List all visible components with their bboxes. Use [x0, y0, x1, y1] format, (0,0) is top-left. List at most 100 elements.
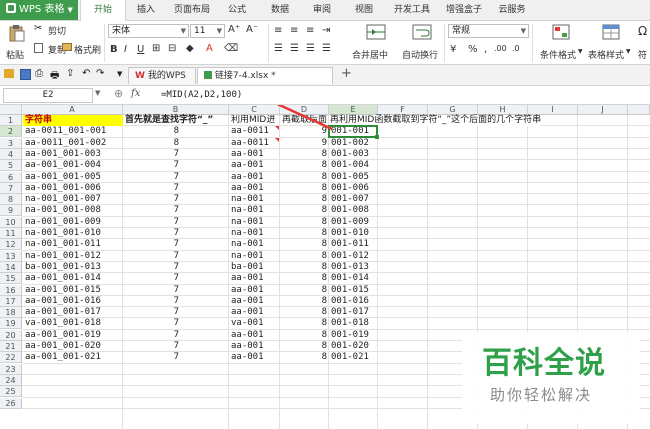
row-header-10[interactable]: 10 — [0, 216, 22, 228]
cell-e-8[interactable]: 001-007 — [331, 194, 377, 205]
row-header-16[interactable]: 16 — [0, 284, 22, 296]
redo-icon[interactable]: ↷ — [96, 68, 104, 79]
cell-d-3[interactable]: 9 — [282, 138, 327, 149]
chevron-down-icon[interactable]: ▼ — [95, 89, 100, 97]
symbol-button[interactable]: Ω 符 — [638, 24, 650, 62]
cell-e-5[interactable]: 001-004 — [331, 160, 377, 171]
underline-icon[interactable]: U — [137, 44, 144, 55]
tab-my-wps[interactable]: W 我的WPS — [128, 67, 196, 84]
column-header-i[interactable]: I — [528, 105, 578, 115]
column-header-k[interactable] — [628, 105, 650, 115]
menu-data[interactable]: 数据 — [262, 0, 298, 20]
cell-a-6[interactable]: aa-001_001-005 — [25, 172, 121, 183]
cell-c-7[interactable]: aa-001 — [231, 183, 277, 194]
cell-a-9[interactable]: na-001_001-008 — [25, 205, 121, 216]
cell-b-5[interactable]: 7 — [125, 160, 179, 171]
cell-c-12[interactable]: na-001 — [231, 239, 277, 250]
row-header-7[interactable]: 7 — [0, 182, 22, 194]
row-header-24[interactable]: 24 — [0, 374, 22, 386]
number-format-select[interactable]: 常规 ▼ — [448, 24, 529, 38]
thousands-icon[interactable]: , — [484, 44, 487, 55]
cell-d-16[interactable]: 8 — [282, 285, 327, 296]
cell-b-18[interactable]: 7 — [125, 307, 179, 318]
cell-b-8[interactable]: 7 — [125, 194, 179, 205]
menu-review[interactable]: 审阅 — [304, 0, 340, 20]
cell-a-14[interactable]: ba-001_001-013 — [25, 262, 121, 273]
print-icon[interactable]: 🖶 — [50, 68, 59, 85]
fill-color-icon[interactable]: ◆ — [186, 43, 194, 54]
column-header-h[interactable]: H — [478, 105, 528, 115]
cell-d-12[interactable]: 8 — [282, 239, 327, 250]
decrease-decimal-icon[interactable]: .0 — [512, 44, 520, 53]
merge-cells-icon[interactable]: ⊟ — [168, 43, 176, 54]
cell-a-7[interactable]: aa-001_001-006 — [25, 183, 121, 194]
cell-d-11[interactable]: 8 — [282, 228, 327, 239]
cell-a-11[interactable]: na-001_001-010 — [25, 228, 121, 239]
row-header-8[interactable]: 8 — [0, 194, 22, 206]
cell-b-14[interactable]: 7 — [125, 262, 179, 273]
select-all-corner[interactable] — [0, 105, 22, 115]
row-header-22[interactable]: 22 — [0, 352, 22, 364]
fill-handle[interactable] — [375, 135, 379, 139]
align-left-icon[interactable]: ☰ — [274, 43, 283, 54]
cell-d-22[interactable]: 8 — [282, 352, 327, 363]
cell-e-3[interactable]: 001-002 — [331, 138, 377, 149]
cell-e-12[interactable]: 001-011 — [331, 239, 377, 250]
cell-d-8[interactable]: 8 — [282, 194, 327, 205]
cell-d-21[interactable]: 8 — [282, 341, 327, 352]
name-box[interactable]: E2 — [3, 88, 93, 103]
row-header-21[interactable]: 21 — [0, 341, 22, 352]
cell-b-16[interactable]: 7 — [125, 285, 179, 296]
cell-b-21[interactable]: 7 — [125, 341, 179, 352]
row-header-23[interactable]: 23 — [0, 363, 22, 375]
cell-d-18[interactable]: 8 — [282, 307, 327, 318]
row-header-1[interactable]: 1 — [0, 115, 22, 126]
row-header-6[interactable]: 6 — [0, 171, 22, 183]
cell-b-19[interactable]: 7 — [125, 318, 179, 329]
row-header-5[interactable]: 5 — [0, 160, 22, 172]
cell-c-4[interactable]: aa-001 — [231, 149, 277, 160]
row-header-26[interactable]: 26 — [0, 397, 22, 409]
paste-button[interactable]: 粘贴 — [4, 24, 30, 62]
cell-d-4[interactable]: 8 — [282, 149, 327, 160]
cell-a-4[interactable]: aa-001_001-003 — [25, 149, 121, 160]
cell-e-21[interactable]: 001-020 — [331, 341, 377, 352]
row-header-17[interactable]: 17 — [0, 295, 22, 307]
cut-button[interactable]: ✂ 剪切 — [34, 23, 74, 37]
cell-e-17[interactable]: 001-016 — [331, 296, 377, 307]
cell-d-9[interactable]: 8 — [282, 205, 327, 216]
cell-a-22[interactable]: aa-001_001-021 — [25, 352, 121, 363]
percent-icon[interactable]: % — [468, 44, 478, 55]
menu-enhance-box[interactable]: 增强盒子 — [440, 0, 488, 20]
app-menu-button[interactable]: WPS 表格 ▼ — [0, 0, 78, 20]
column-header-b[interactable]: B — [123, 105, 229, 115]
indent-icon[interactable]: ⇥ — [322, 25, 330, 36]
row-header-4[interactable]: 4 — [0, 148, 22, 160]
cell-d-15[interactable]: 8 — [282, 273, 327, 284]
cell-b-10[interactable]: 7 — [125, 217, 179, 228]
row-header-13[interactable]: 13 — [0, 250, 22, 262]
cell-c-20[interactable]: aa-001 — [231, 330, 277, 341]
cell-a-8[interactable]: na-001_001-007 — [25, 194, 121, 205]
row-header-11[interactable]: 11 — [0, 228, 22, 239]
cell-a-2[interactable]: aa-0011_001-001 — [25, 126, 121, 137]
align-right-icon[interactable]: ☰ — [306, 43, 315, 54]
cell-b-9[interactable]: 7 — [125, 205, 179, 216]
cell-d-20[interactable]: 8 — [282, 330, 327, 341]
cell-b-4[interactable]: 7 — [125, 149, 179, 160]
decrease-font-icon[interactable]: A⁻ — [246, 24, 258, 35]
save-icon[interactable] — [20, 69, 31, 80]
italic-icon[interactable]: I — [124, 44, 127, 55]
borders-icon[interactable]: ⊞ — [152, 43, 160, 54]
cell-d-6[interactable]: 8 — [282, 172, 327, 183]
cell-e-22[interactable]: 001-021 — [331, 352, 377, 363]
new-tab-icon[interactable]: + — [341, 66, 352, 81]
column-header-j[interactable]: J — [578, 105, 628, 115]
row-header-9[interactable]: 9 — [0, 205, 22, 217]
cell-b-2[interactable]: 8 — [125, 126, 179, 137]
cell-c-15[interactable]: aa-001 — [231, 273, 277, 284]
currency-icon[interactable]: ¥ — [450, 44, 456, 55]
menu-view[interactable]: 视图 — [346, 0, 382, 20]
cell-c-18[interactable]: aa-001 — [231, 307, 277, 318]
cell-e-4[interactable]: 001-003 — [331, 149, 377, 160]
